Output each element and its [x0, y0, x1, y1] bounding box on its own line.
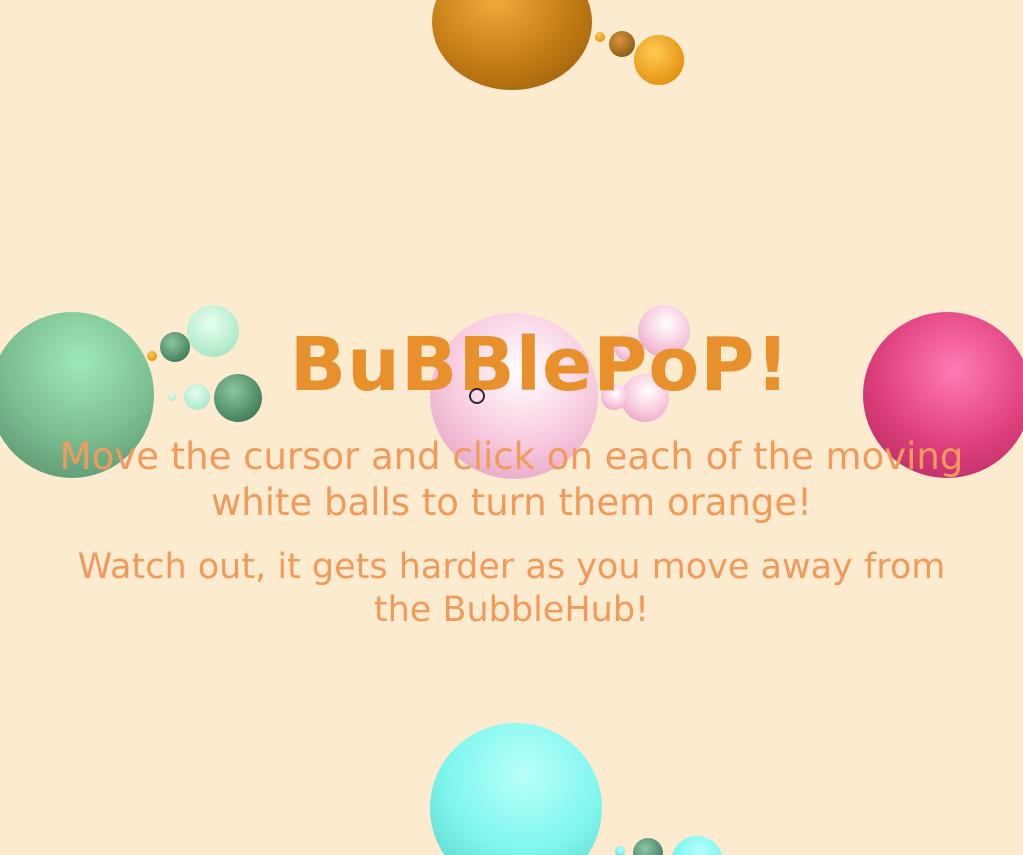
cyan-bubble-cluster[interactable] [430, 723, 723, 855]
game-title: BuBBlePoP! [289, 322, 791, 408]
instructions: Move the cursor and click on each of the… [20, 434, 1003, 632]
game-scene[interactable] [0, 0, 1023, 855]
instruction-primary: Move the cursor and click on each of the… [59, 435, 964, 524]
orange-bubble-small[interactable] [609, 31, 635, 57]
cyan-bubble-tiny[interactable] [615, 846, 625, 855]
orange-bubble-small[interactable] [634, 35, 684, 85]
orange-bubble-cluster[interactable] [432, 0, 684, 90]
orange-bubble-large[interactable] [432, 0, 592, 90]
cyan-bubble-small[interactable] [671, 836, 723, 855]
cursor-ring-icon [469, 388, 485, 404]
cyan-bubble-small[interactable] [633, 838, 663, 855]
cyan-bubble-large[interactable] [430, 723, 602, 855]
instruction-secondary: Watch out, it gets harder as you move aw… [77, 547, 946, 630]
orange-bubble-tiny[interactable] [595, 32, 605, 42]
